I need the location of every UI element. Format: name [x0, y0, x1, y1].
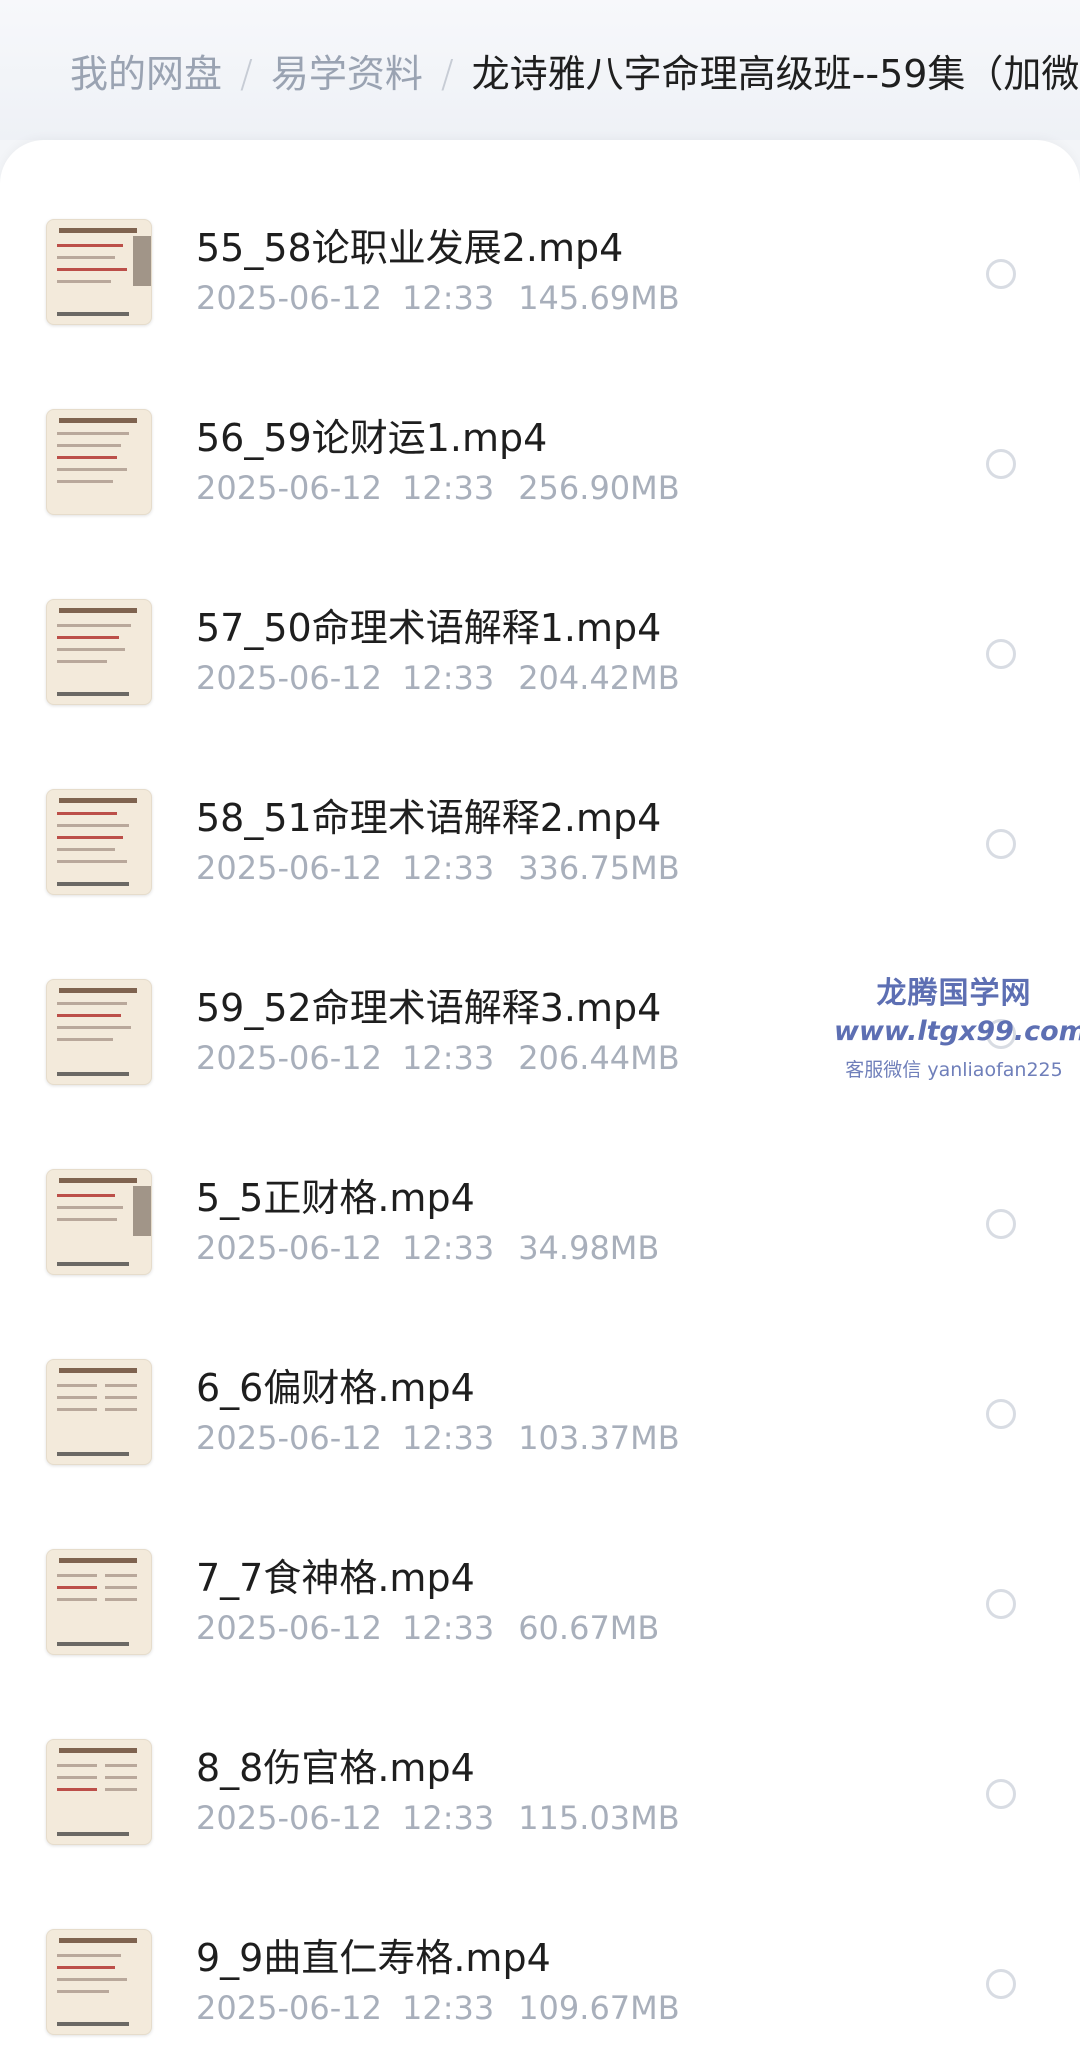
file-date: 2025-06-12	[196, 1039, 382, 1077]
file-name: 58_51命理术语解释2.mp4	[196, 796, 662, 840]
file-row[interactable]: 5_5正财格.mp4 2025-06-12 12:33 34.98MB	[0, 1169, 1080, 1359]
file-row[interactable]: 55_58论职业发展2.mp4 2025-06-12 12:33 145.69MB	[0, 219, 1080, 409]
file-name: 8_8伤官格.mp4	[196, 1746, 475, 1790]
video-thumbnail-icon	[46, 219, 152, 325]
file-time: 12:33	[401, 279, 495, 317]
file-date: 2025-06-12	[196, 1799, 382, 1837]
file-size: 115.03MB	[518, 1799, 680, 1837]
breadcrumb-item-my-disk[interactable]: 我的网盘	[70, 52, 222, 96]
video-thumbnail-icon	[46, 1739, 152, 1845]
top-bar: 我的网盘 / 易学资料 / 龙诗雅八字命理高级班--59集（加微	[0, 0, 1080, 140]
file-row[interactable]: 56_59论财运1.mp4 2025-06-12 12:33 256.90MB	[0, 409, 1080, 599]
video-thumbnail-icon	[46, 599, 152, 705]
file-row[interactable]: 7_7食神格.mp4 2025-06-12 12:33 60.67MB	[0, 1549, 1080, 1739]
file-date: 2025-06-12	[196, 469, 382, 507]
file-row[interactable]: 9_9曲直仁寿格.mp4 2025-06-12 12:33 109.67MB	[0, 1929, 1080, 2062]
file-meta: 2025-06-12 12:33 145.69MB	[196, 279, 680, 317]
file-time: 12:33	[401, 1039, 495, 1077]
file-row[interactable]: 8_8伤官格.mp4 2025-06-12 12:33 115.03MB	[0, 1739, 1080, 1929]
breadcrumb: 我的网盘 / 易学资料 / 龙诗雅八字命理高级班--59集（加微	[70, 44, 1080, 104]
file-row[interactable]: 6_6偏财格.mp4 2025-06-12 12:33 103.37MB	[0, 1359, 1080, 1549]
select-radio[interactable]	[986, 1209, 1016, 1239]
file-size: 256.90MB	[518, 469, 680, 507]
file-size: 336.75MB	[518, 849, 680, 887]
file-date: 2025-06-12	[196, 1609, 382, 1647]
file-date: 2025-06-12	[196, 849, 382, 887]
file-meta: 2025-06-12 12:33 115.03MB	[196, 1799, 680, 1837]
file-size: 34.98MB	[518, 1229, 660, 1267]
file-name: 56_59论财运1.mp4	[196, 416, 548, 460]
file-meta: 2025-06-12 12:33 34.98MB	[196, 1229, 659, 1267]
file-name: 9_9曲直仁寿格.mp4	[196, 1936, 551, 1980]
file-meta: 2025-06-12 12:33 103.37MB	[196, 1419, 680, 1457]
file-size: 103.37MB	[518, 1419, 680, 1457]
video-thumbnail-icon	[46, 979, 152, 1085]
select-radio[interactable]	[986, 1399, 1016, 1429]
file-size: 204.42MB	[518, 659, 680, 697]
file-size: 109.67MB	[518, 1989, 680, 2027]
breadcrumb-item-current-folder: 龙诗雅八字命理高级班--59集（加微	[471, 52, 1080, 96]
video-thumbnail-icon	[46, 1549, 152, 1655]
breadcrumb-item-yixue[interactable]: 易学资料	[271, 52, 423, 96]
select-radio[interactable]	[986, 1969, 1016, 1999]
file-meta: 2025-06-12 12:33 60.67MB	[196, 1609, 659, 1647]
file-list: 55_58论职业发展2.mp4 2025-06-12 12:33 145.69MB …	[0, 140, 1080, 2062]
file-name: 57_50命理术语解释1.mp4	[196, 606, 662, 650]
file-name: 59_52命理术语解释3.mp4	[196, 986, 662, 1030]
file-name: 5_5正财格.mp4	[196, 1176, 475, 1220]
file-name: 6_6偏财格.mp4	[196, 1366, 475, 1410]
file-date: 2025-06-12	[196, 1989, 382, 2027]
file-meta: 2025-06-12 12:33 256.90MB	[196, 469, 680, 507]
select-radio[interactable]	[986, 1019, 1016, 1049]
file-time: 12:33	[401, 1989, 495, 2027]
file-time: 12:33	[401, 1799, 495, 1837]
select-radio[interactable]	[986, 1779, 1016, 1809]
file-name: 7_7食神格.mp4	[196, 1556, 475, 1600]
file-row[interactable]: 58_51命理术语解释2.mp4 2025-06-12 12:33 336.75MB	[0, 789, 1080, 979]
file-row[interactable]: 57_50命理术语解释1.mp4 2025-06-12 12:33 204.42MB	[0, 599, 1080, 789]
file-row[interactable]: 59_52命理术语解释3.mp4 2025-06-12 12:33 206.44MB	[0, 979, 1080, 1169]
file-time: 12:33	[401, 469, 495, 507]
file-time: 12:33	[401, 1609, 495, 1647]
select-radio[interactable]	[986, 259, 1016, 289]
select-radio[interactable]	[986, 449, 1016, 479]
file-time: 12:33	[401, 1419, 495, 1457]
file-time: 12:33	[401, 849, 495, 887]
video-thumbnail-icon	[46, 1359, 152, 1465]
breadcrumb-separator: /	[240, 52, 253, 96]
file-date: 2025-06-12	[196, 1419, 382, 1457]
select-radio[interactable]	[986, 639, 1016, 669]
file-size: 206.44MB	[518, 1039, 680, 1077]
file-meta: 2025-06-12 12:33 206.44MB	[196, 1039, 680, 1077]
file-name: 55_58论职业发展2.mp4	[196, 226, 624, 270]
select-radio[interactable]	[986, 1589, 1016, 1619]
file-time: 12:33	[401, 1229, 495, 1267]
file-date: 2025-06-12	[196, 1229, 382, 1267]
file-meta: 2025-06-12 12:33 336.75MB	[196, 849, 680, 887]
file-meta: 2025-06-12 12:33 204.42MB	[196, 659, 680, 697]
file-size: 60.67MB	[518, 1609, 660, 1647]
file-time: 12:33	[401, 659, 495, 697]
video-thumbnail-icon	[46, 789, 152, 895]
video-thumbnail-icon	[46, 409, 152, 515]
file-date: 2025-06-12	[196, 659, 382, 697]
select-radio[interactable]	[986, 829, 1016, 859]
file-date: 2025-06-12	[196, 279, 382, 317]
file-meta: 2025-06-12 12:33 109.67MB	[196, 1989, 680, 2027]
video-thumbnail-icon	[46, 1169, 152, 1275]
file-size: 145.69MB	[518, 279, 680, 317]
video-thumbnail-icon	[46, 1929, 152, 2035]
breadcrumb-separator: /	[440, 52, 454, 96]
